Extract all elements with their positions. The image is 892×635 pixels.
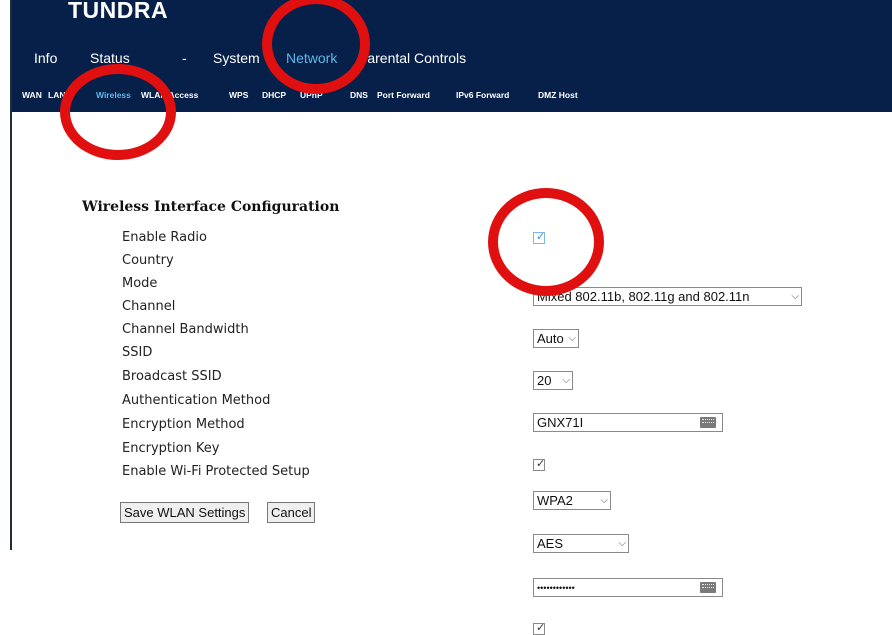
cancel-button[interactable]: Cancel (267, 502, 316, 523)
ssid-input[interactable]: GNX71I (533, 413, 723, 432)
annotation-circle-wireless (60, 64, 176, 160)
chevron-down-icon: ⌵ (568, 333, 576, 344)
label-encryption-key: Encryption Key (122, 441, 220, 456)
label-broadcast-ssid: Broadcast SSID (122, 369, 222, 384)
chevron-down-icon: ⌵ (562, 375, 570, 386)
nav-info[interactable]: Info (34, 50, 57, 66)
mode-select[interactable]: Mixed 802.11b, 802.11g and 802.11n ⌵ (533, 287, 802, 306)
check-icon: ✓ (536, 621, 546, 634)
label-channel-bandwidth: Channel Bandwidth (122, 322, 249, 337)
channel-select-value: Auto (537, 331, 564, 346)
password-manager-key-icon[interactable] (700, 417, 716, 428)
nav-separator: - (182, 50, 187, 66)
label-enable-radio: Enable Radio (122, 230, 207, 245)
nav-system[interactable]: System (213, 50, 260, 66)
broadcast-ssid-checkbox[interactable]: ✓ (533, 457, 546, 471)
subnav-wps[interactable]: WPS (229, 90, 248, 100)
label-mode: Mode (122, 276, 158, 291)
chevron-down-icon: ⌵ (618, 538, 626, 549)
bandwidth-select-value: 20 (537, 373, 552, 388)
password-manager-key-icon[interactable] (700, 582, 716, 593)
label-enable-wps: Enable Wi-Fi Protected Setup (122, 464, 310, 479)
auth-method-select[interactable]: WPA2 ⌵ (533, 491, 611, 510)
subnav-dhcp[interactable]: DHCP (262, 90, 286, 100)
annotation-circle-enable-radio (488, 188, 604, 296)
brand-logo: TUNDRA (68, 0, 169, 23)
channel-select[interactable]: Auto ⌵ (533, 329, 579, 348)
encryption-key-value: •••••••••••• (537, 583, 575, 593)
label-auth-method: Authentication Method (122, 393, 271, 408)
chevron-down-icon: ⌵ (600, 495, 608, 506)
encryption-method-value: AES (537, 536, 564, 551)
check-icon: ✓ (536, 457, 546, 470)
chevron-down-icon: ⌵ (791, 291, 799, 302)
auth-method-value: WPA2 (537, 493, 573, 508)
subnav-dmz-host[interactable]: DMZ Host (538, 90, 578, 100)
enable-wps-checkbox[interactable]: ✓ (533, 621, 546, 635)
label-channel: Channel (122, 299, 176, 314)
bandwidth-select[interactable]: 20 ⌵ (533, 371, 573, 390)
label-encryption-method: Encryption Method (122, 417, 245, 432)
section-title: Wireless Interface Configuration (82, 199, 340, 215)
encryption-key-input[interactable]: •••••••••••• (533, 578, 723, 597)
subnav-ipv6-forward[interactable]: IPv6 Forward (456, 90, 509, 100)
subnav-dns[interactable]: DNS (350, 90, 368, 100)
nav-parental-controls[interactable]: Parental Controls (358, 50, 466, 66)
label-country: Country (122, 253, 174, 268)
subnav-port-forward[interactable]: Port Forward (377, 90, 430, 100)
subnav-wan[interactable]: WAN (22, 90, 42, 100)
encryption-method-select[interactable]: AES ⌵ (533, 534, 629, 553)
ssid-input-value: GNX71I (537, 415, 584, 430)
label-ssid: SSID (122, 345, 153, 360)
save-wlan-settings-button[interactable]: Save WLAN Settings (120, 502, 250, 523)
